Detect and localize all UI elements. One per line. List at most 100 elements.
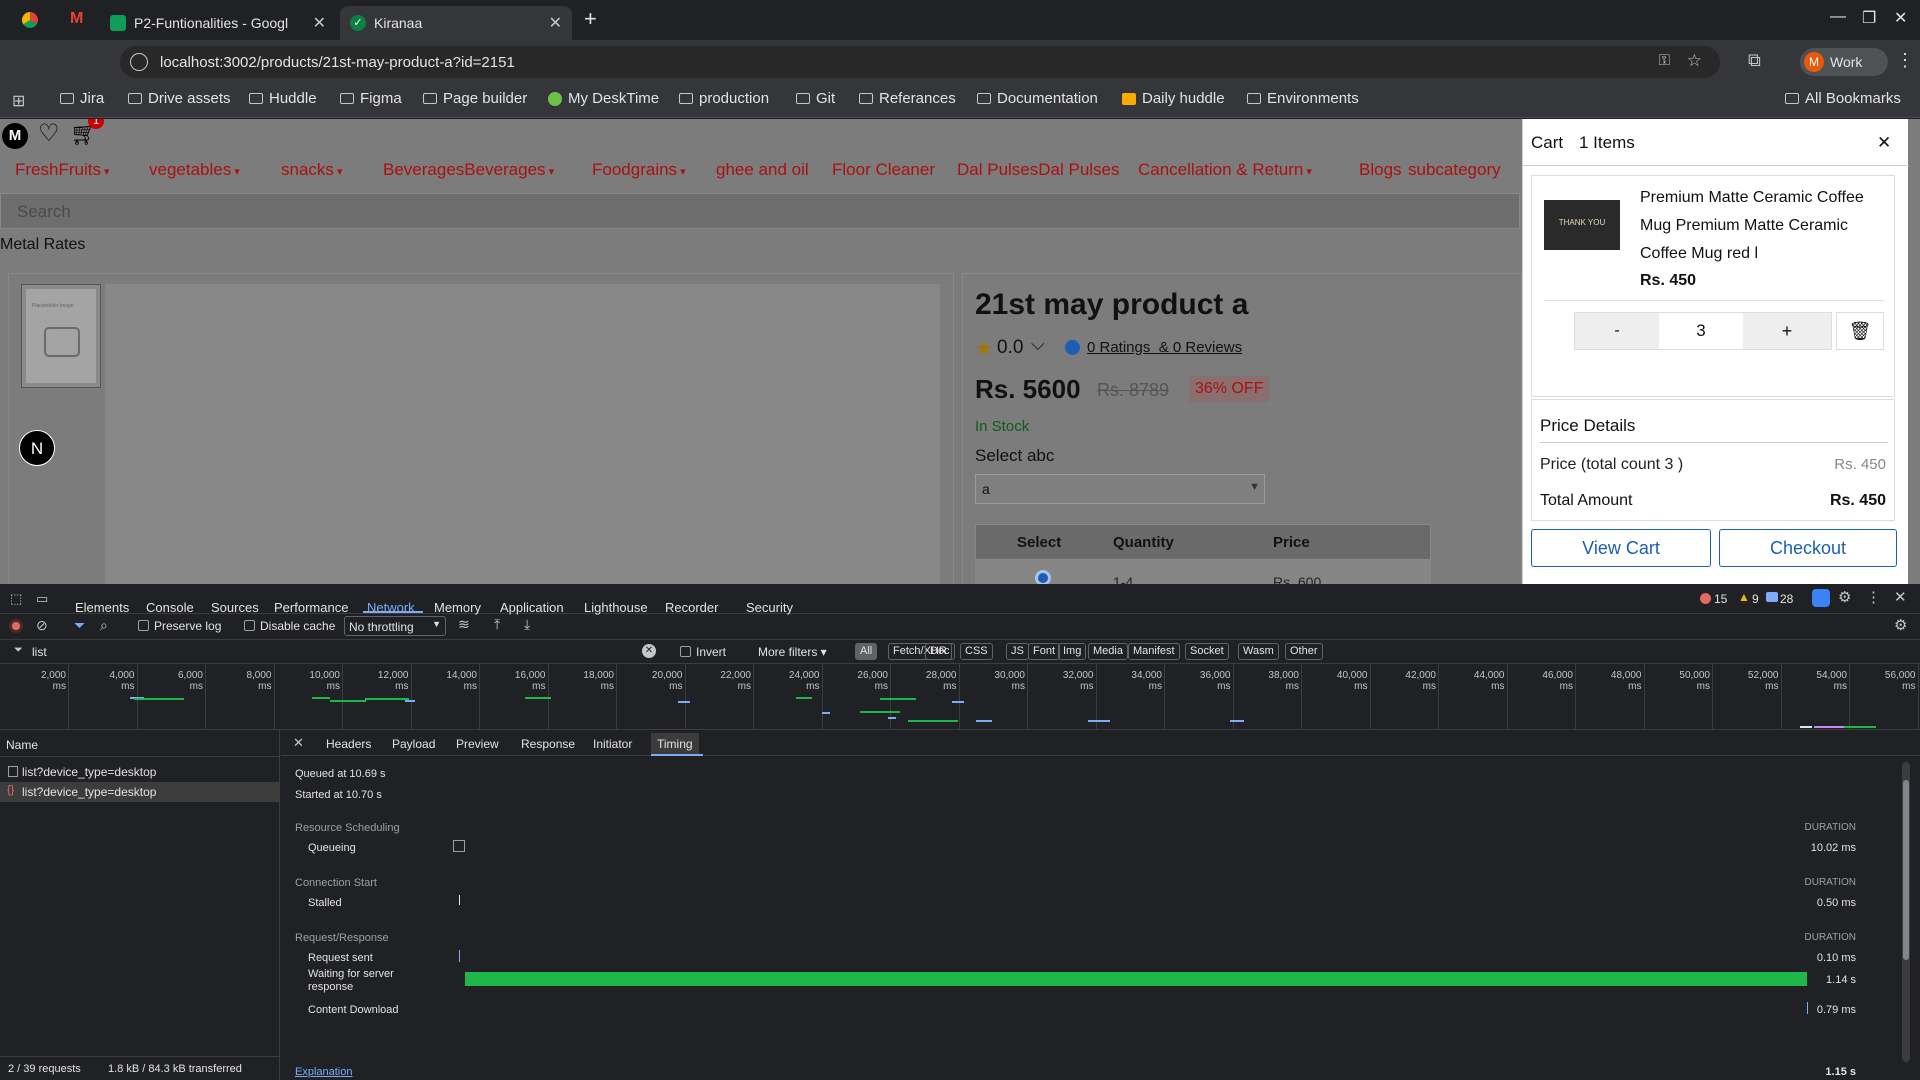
category-subcategory[interactable]: subcategory xyxy=(1408,160,1501,180)
category-vegetables[interactable]: vegetables ▾ xyxy=(149,160,240,180)
new-tab-button[interactable]: + xyxy=(584,6,597,32)
network-conditions-icon[interactable]: ≋ xyxy=(458,616,470,633)
radio-button[interactable] xyxy=(1035,570,1051,584)
close-window-icon[interactable]: ✕ xyxy=(1894,8,1907,28)
chrome-logo-icon[interactable] xyxy=(22,12,38,28)
tab-kiranaa[interactable]: ✓ Kiranaa ✕ xyxy=(340,6,572,40)
inspect-icon[interactable]: ⬚ xyxy=(10,591,22,607)
detail-tab-preview[interactable]: Preview xyxy=(456,737,499,751)
bookmark-figma[interactable]: Figma xyxy=(340,90,402,107)
message-icon[interactable] xyxy=(1766,592,1778,602)
chrome-menu-icon[interactable]: ⋮ xyxy=(1896,50,1914,71)
clear-icon[interactable]: ⊘ xyxy=(36,617,48,634)
category-foodgrains[interactable]: Foodgrains ▾ xyxy=(592,160,686,180)
bookmark-huddle[interactable]: Huddle xyxy=(249,90,317,107)
user-avatar[interactable]: M xyxy=(2,123,28,149)
search-input[interactable]: Search xyxy=(0,193,1520,229)
detail-tab-headers[interactable]: Headers xyxy=(326,737,371,751)
filter-chip-css[interactable]: CSS xyxy=(960,643,993,660)
category-snacks[interactable]: snacks ▾ xyxy=(281,160,343,180)
filter-input[interactable]: ⏷ list ✕ xyxy=(8,642,660,662)
devtools-tab-security[interactable]: Security xyxy=(746,600,793,615)
devtools-tab-console[interactable]: Console xyxy=(146,600,194,615)
gmail-icon[interactable]: M xyxy=(70,10,83,28)
bookmark-documentation[interactable]: Documentation xyxy=(977,90,1098,107)
devtools-tab-elements[interactable]: Elements xyxy=(75,600,129,615)
invert-checkbox[interactable] xyxy=(680,646,691,657)
category-dal-pulsesdal-pulses[interactable]: Dal PulsesDal Pulses xyxy=(957,160,1120,180)
category-blogs[interactable]: Blogs xyxy=(1359,160,1402,180)
close-detail-icon[interactable]: ✕ xyxy=(293,735,304,751)
profile-chip[interactable]: M Work xyxy=(1800,48,1888,76)
thumbnail[interactable]: Placeholder Image xyxy=(21,284,101,388)
filter-chip-socket[interactable]: Socket xyxy=(1185,643,1229,660)
category-cancellation-return[interactable]: Cancellation & Return ▾ xyxy=(1138,160,1312,180)
name-column-header[interactable]: Name xyxy=(6,738,38,752)
maximize-icon[interactable]: ❐ xyxy=(1862,8,1876,28)
filter-chip-font[interactable]: Font xyxy=(1028,643,1061,660)
qty-plus-button[interactable]: + xyxy=(1743,313,1831,349)
filter-chip-wasm[interactable]: Wasm xyxy=(1238,643,1279,660)
bookmark-production[interactable]: production xyxy=(679,90,769,107)
trash-icon[interactable]: 🗑︎ xyxy=(1836,312,1884,350)
devtools-sync-icon[interactable] xyxy=(1812,589,1830,607)
device-toggle-icon[interactable]: ▭ xyxy=(36,591,48,607)
request-row[interactable]: {} list?device_type=desktop xyxy=(0,782,280,802)
filter-chip-js[interactable]: JS xyxy=(1006,643,1029,660)
filter-chip-img[interactable]: Img xyxy=(1058,643,1087,660)
import-har-icon[interactable]: ⤒ xyxy=(494,616,500,633)
detail-tab-initiator[interactable]: Initiator xyxy=(593,737,632,751)
devtools-tab-lighthouse[interactable]: Lighthouse xyxy=(584,600,648,615)
bookmark-daily-huddle[interactable]: Daily huddle xyxy=(1122,90,1225,107)
record-button[interactable] xyxy=(9,619,23,633)
view-cart-button[interactable]: View Cart xyxy=(1531,529,1711,567)
bookmark-star-icon[interactable]: ☆ xyxy=(1687,51,1702,71)
bookmark-environments[interactable]: Environments xyxy=(1247,90,1359,107)
explanation-link[interactable]: Explanation xyxy=(295,1066,353,1078)
detail-tab-timing[interactable]: Timing xyxy=(651,733,699,755)
filter-chip-manifest[interactable]: Manifest xyxy=(1128,643,1180,660)
qty-minus-button[interactable]: - xyxy=(1575,313,1659,349)
throttling-select[interactable]: No throttling ▼ xyxy=(344,616,446,636)
category-ghee-and-oil[interactable]: ghee and oil xyxy=(716,160,809,180)
qty-input[interactable]: 3 xyxy=(1659,313,1743,349)
devtools-tab-memory[interactable]: Memory xyxy=(434,600,481,615)
bookmark-my-desktime[interactable]: My DeskTime xyxy=(548,90,659,107)
preserve-log-checkbox[interactable] xyxy=(138,620,149,631)
all-bookmarks[interactable]: All Bookmarks xyxy=(1785,90,1901,107)
category-freshfruits[interactable]: FreshFruits ▾ xyxy=(15,160,110,180)
close-devtools-icon[interactable]: ✕ xyxy=(1894,588,1907,606)
search-icon[interactable]: ⌕ xyxy=(100,617,108,634)
close-cart-icon[interactable]: ✕ xyxy=(1877,133,1891,153)
apps-grid-icon[interactable]: ⊞ xyxy=(12,91,25,111)
clear-filter-icon[interactable]: ✕ xyxy=(642,644,656,658)
filter-chip-doc[interactable]: Doc xyxy=(925,643,955,660)
bookmark-drive-assets[interactable]: Drive assets xyxy=(128,90,231,107)
close-icon[interactable]: ✕ xyxy=(313,13,326,33)
detail-tab-payload[interactable]: Payload xyxy=(392,737,435,751)
chevron-down-icon[interactable]: ⌵ xyxy=(1031,334,1045,355)
metal-rates-link[interactable]: Metal Rates xyxy=(0,236,85,254)
warning-icon[interactable]: ▲ xyxy=(1738,590,1750,604)
filter-chip-media[interactable]: Media xyxy=(1088,643,1128,660)
wishlist-heart-icon[interactable]: ♡ xyxy=(38,119,60,148)
devtools-tab-recorder[interactable]: Recorder xyxy=(665,600,718,615)
ratings-reviews-link[interactable]: 0 Ratings & 0 Reviews xyxy=(1087,339,1242,356)
address-bar[interactable]: localhost:3002/products/21st-may-product… xyxy=(120,46,1720,78)
close-icon[interactable]: ✕ xyxy=(549,13,562,33)
devtools-tab-sources[interactable]: Sources xyxy=(211,600,259,615)
export-har-icon[interactable]: ⤓ xyxy=(524,616,530,633)
tab-sheets[interactable]: P2-Funtionalities - Googl ✕ xyxy=(100,6,336,40)
extensions-icon[interactable]: ⧉ xyxy=(1748,50,1761,71)
n-badge[interactable]: N xyxy=(19,430,55,466)
detail-tab-response[interactable]: Response xyxy=(521,737,575,751)
devtools-tab-application[interactable]: Application xyxy=(500,600,564,615)
category-floor-cleaner[interactable]: Floor Cleaner xyxy=(832,160,935,180)
filter-icon[interactable]: ⏷ xyxy=(74,617,85,634)
more-filters-button[interactable]: More filters ▾ xyxy=(758,645,827,659)
scrollbar[interactable] xyxy=(1902,762,1910,1062)
error-icon[interactable] xyxy=(1700,593,1711,604)
checkout-button[interactable]: Checkout xyxy=(1719,529,1897,567)
disable-cache-checkbox[interactable] xyxy=(244,620,255,631)
devtools-tab-performance[interactable]: Performance xyxy=(274,600,348,615)
